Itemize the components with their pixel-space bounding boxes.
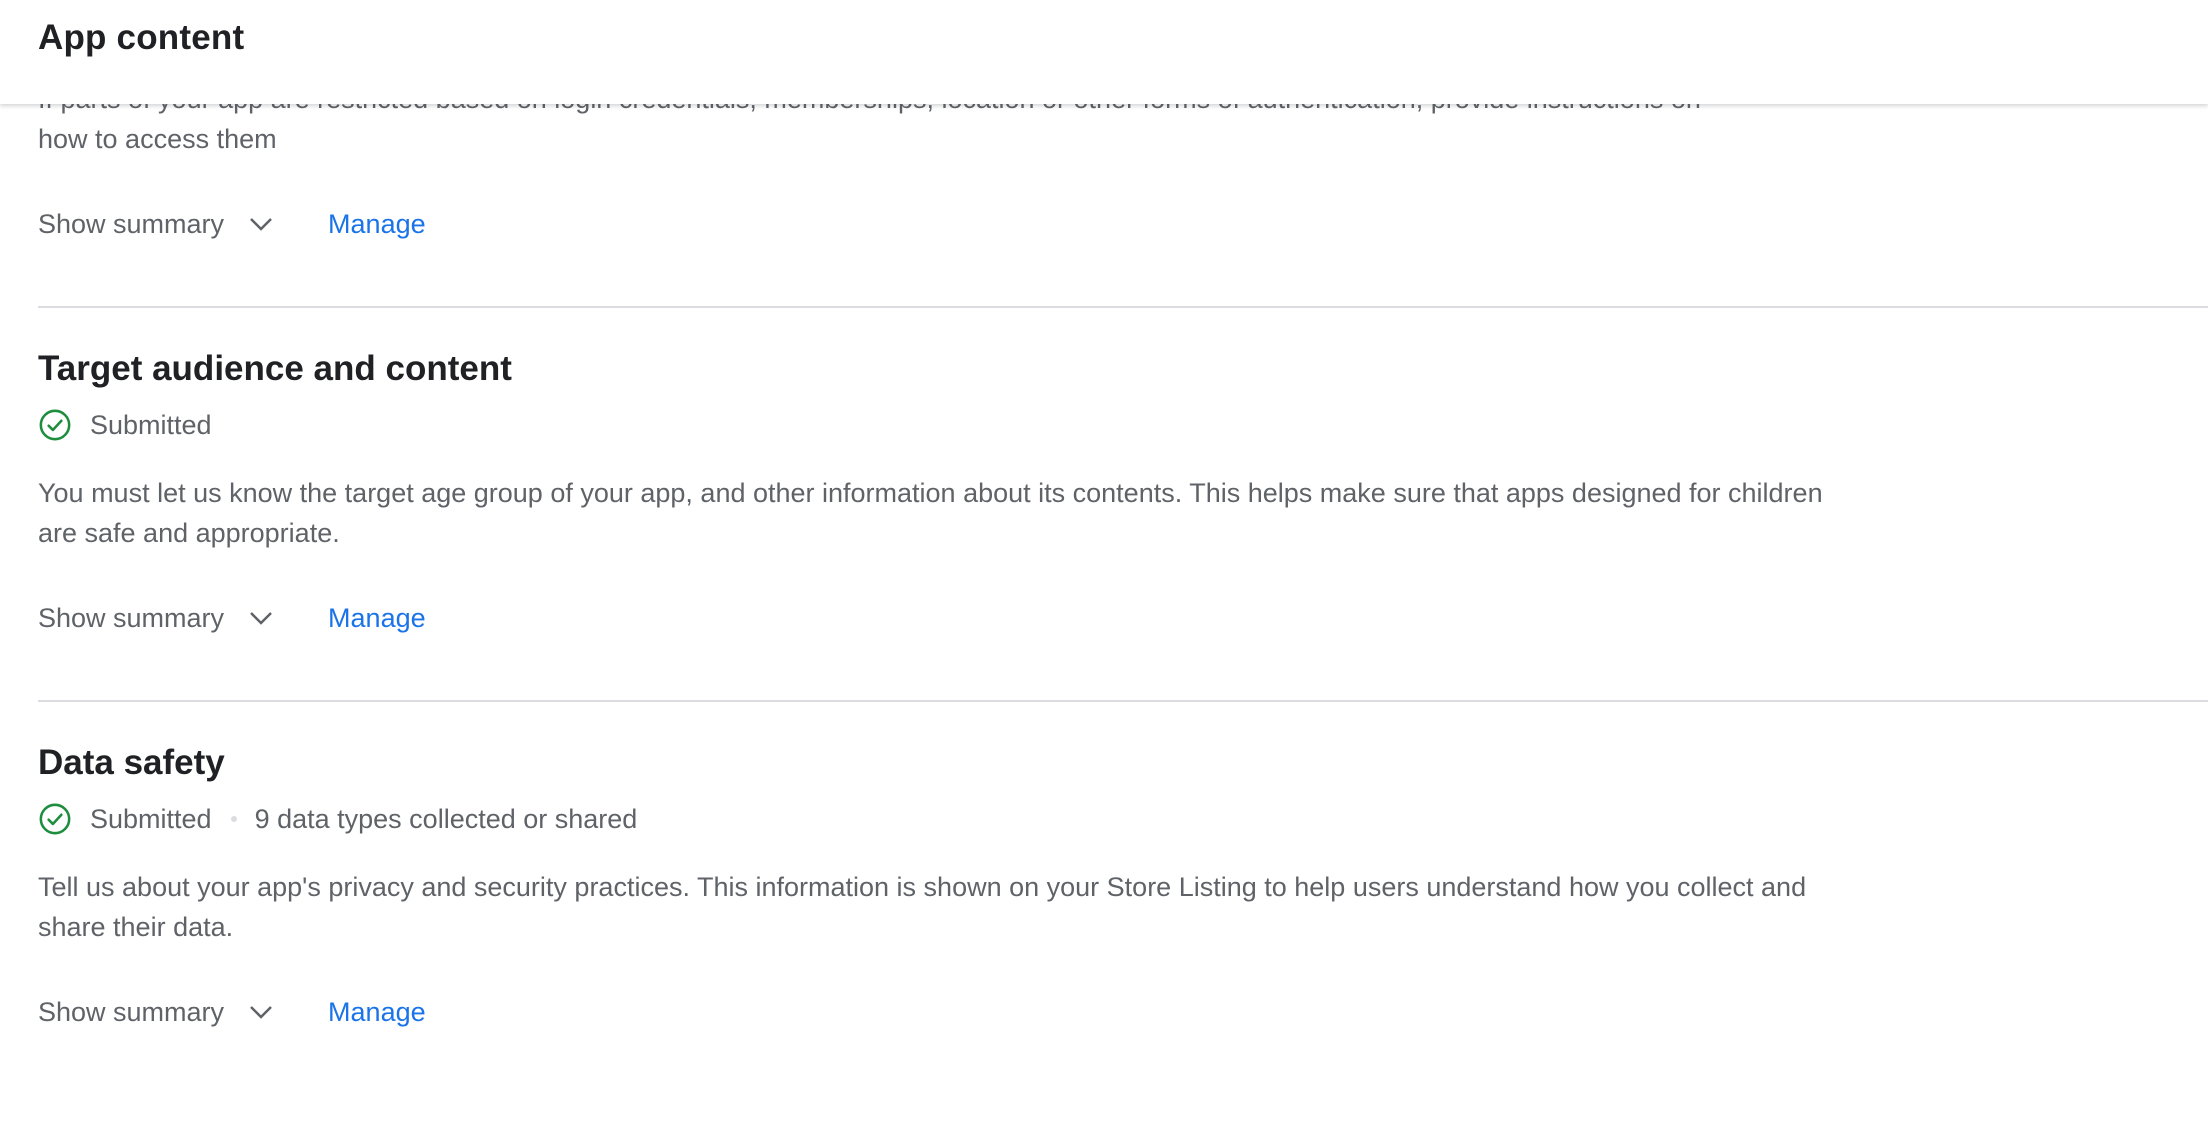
app-content-page: If parts of your app are restricted base… [0, 0, 2208, 1142]
chevron-down-icon [250, 1006, 272, 1019]
check-circle-icon [39, 409, 71, 441]
section-title-target-audience: Target audience and content [38, 349, 512, 388]
section-description: You must let us know the target age grou… [38, 478, 1823, 548]
section-description-continued: how to access them [38, 124, 277, 154]
show-summary-button[interactable]: Show summary [38, 603, 276, 634]
show-summary-label: Show summary [38, 208, 225, 239]
section-divider [38, 700, 2208, 702]
section-actions: Show summary Manage [38, 992, 426, 1032]
show-summary-label: Show summary [38, 602, 225, 633]
chevron-down-icon [250, 612, 272, 625]
manage-link[interactable]: Manage [328, 997, 426, 1028]
show-summary-button[interactable]: Show summary [38, 997, 276, 1028]
status-text: Submitted [90, 803, 212, 834]
page-header: App content [0, 0, 2208, 104]
section-actions: Show summary Manage [38, 598, 426, 638]
page-title: App content [38, 18, 245, 57]
manage-link[interactable]: Manage [328, 209, 426, 240]
check-circle-icon [39, 803, 71, 835]
section-divider [38, 306, 2208, 308]
show-summary-button[interactable]: Show summary [38, 209, 276, 240]
status-row: Submitted [38, 405, 212, 445]
section-actions: Show summary Manage [38, 204, 426, 244]
status-detail: 9 data types collected or shared [254, 803, 638, 834]
show-summary-label: Show summary [38, 996, 225, 1027]
status-row: Submitted 9 data types collected or shar… [38, 799, 637, 839]
separator-dot [230, 816, 237, 822]
manage-link[interactable]: Manage [328, 603, 426, 634]
status-text: Submitted [90, 409, 212, 440]
section-description: Tell us about your app's privacy and sec… [38, 872, 1807, 942]
section-title-data-safety: Data safety [38, 743, 225, 782]
chevron-down-icon [250, 218, 272, 231]
